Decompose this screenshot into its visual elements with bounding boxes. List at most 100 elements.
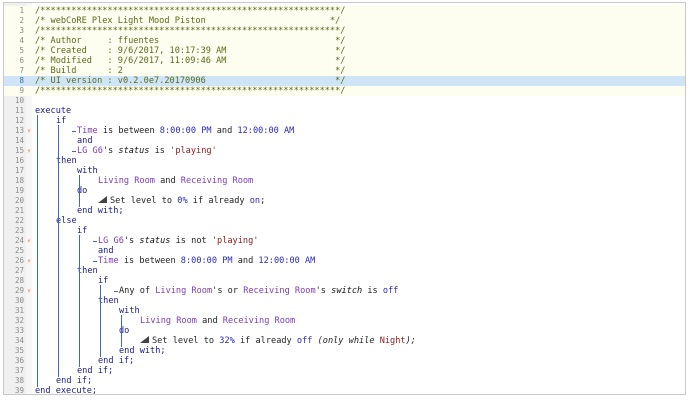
line-number: 37 <box>14 366 24 375</box>
code-text: LG G6's status is not 'playing' <box>98 236 258 246</box>
line-number: 39 <box>14 386 24 395</box>
line-number: 12 <box>14 116 24 125</box>
code-line[interactable]: 37 end if; <box>4 366 685 376</box>
block-guide <box>100 285 101 357</box>
signal-bars-icon <box>98 196 107 203</box>
code-token: Night <box>379 336 406 346</box>
code-line[interactable]: 16 then <box>4 156 685 166</box>
code-token: /* UI version : v0.2.0e7.20170906 */ <box>35 76 346 86</box>
code-token: Set level to <box>152 336 220 346</box>
code-token: LG G6 <box>77 146 103 156</box>
code-token: /***************************************… <box>35 6 346 16</box>
code-text: Time is between 8:00:00 PM and 12:00:00 … <box>77 126 294 136</box>
code-token: with <box>77 166 98 176</box>
code-token: /* Build : 2 */ <box>35 66 346 76</box>
code-line[interactable]: 29 ⚡ Any of Living Room's or Receiving Roo… <box>4 286 685 296</box>
code-token: if already <box>187 196 250 206</box>
line-number: 13 <box>14 126 24 135</box>
line-number: 7 <box>19 66 24 75</box>
code-editor: 1 /**************************************… <box>3 2 686 395</box>
code-line[interactable]: 7 /* Build : 2 */ <box>4 66 685 76</box>
code-text: else <box>56 216 77 226</box>
code-token: Receiving Room <box>180 176 254 186</box>
condition-bracket <box>93 261 97 262</box>
code-line[interactable]: 3 /**************************************… <box>4 26 685 36</box>
code-line[interactable]: 39 end execute; <box>4 386 685 395</box>
code-token: 'playing' <box>211 236 259 246</box>
code-text: /* Build : 2 */ <box>35 66 345 76</box>
block-guide <box>121 315 122 347</box>
code-line[interactable]: 9 /**************************************… <box>4 86 685 96</box>
code-line[interactable]: 5 /* Created : 9/6/2017, 10:17:39 AM */ <box>4 46 685 56</box>
code-line[interactable]: 6 /* Modified : 9/6/2017, 11:09:46 AM */ <box>4 56 685 66</box>
code-token: status <box>118 146 150 156</box>
code-token: is not <box>170 236 212 246</box>
line-number: 15 <box>14 146 24 155</box>
code-line[interactable]: 27 then <box>4 266 685 276</box>
code-line[interactable]: 25 and <box>4 246 685 256</box>
code-line[interactable]: 23 if <box>4 226 685 236</box>
code-line[interactable]: 31 with <box>4 306 685 316</box>
code-line[interactable]: 28 if <box>4 276 685 286</box>
code-token: and <box>196 316 223 326</box>
code-token: 12:00:00 AM <box>258 256 316 266</box>
code-line[interactable]: 32 Living Room and Receiving Room <box>4 316 685 326</box>
code-text: execute <box>35 106 71 116</box>
code-line[interactable]: 13 ⚡ Time is between 8:00:00 PM and 12:00:… <box>4 126 685 136</box>
code-line[interactable]: 11 execute <box>4 106 685 116</box>
code-token: is <box>149 146 171 156</box>
code-token: /* Modified : 9/6/2017, 11:09:46 AM */ <box>35 56 346 66</box>
code-line[interactable]: 24 ⚡ LG G6's status is not 'playing' <box>4 236 685 246</box>
code-line[interactable]: 33 do <box>4 326 685 336</box>
code-line[interactable]: 26 ⚡ Time is between 8:00:00 PM and 12:00:… <box>4 256 685 266</box>
code-token: end if; <box>77 366 114 376</box>
code-token: 8:00:00 PM <box>159 126 212 136</box>
code-line[interactable]: 34 Set level to 32% if already off (only … <box>4 336 685 346</box>
block-guide <box>79 235 80 367</box>
code-line[interactable]: 2 /* webCoRE Plex Light Mood Piston */ <box>4 16 685 26</box>
code-line[interactable]: 12 if <box>4 116 685 126</box>
code-text: then <box>56 156 77 166</box>
line-number: 3 <box>19 26 24 35</box>
line-number: 2 <box>19 16 24 25</box>
condition-bracket <box>93 241 97 242</box>
code-text: then <box>98 296 119 306</box>
code-text: Any of Living Room's or Receiving Room's… <box>119 286 398 296</box>
code-line[interactable]: 38 end if; <box>4 376 685 386</box>
code-token: 'playing' <box>170 146 217 156</box>
code-line[interactable]: 21 end with; <box>4 206 685 216</box>
code-text: /* Modified : 9/6/2017, 11:09:46 AM */ <box>35 56 345 66</box>
code-token: Living Room <box>98 176 155 186</box>
code-token: end with; <box>77 206 124 216</box>
code-token: /***************************************… <box>35 26 346 36</box>
code-text: end if; <box>98 356 134 366</box>
code-token: and <box>77 136 93 146</box>
block-guide <box>37 115 38 387</box>
code-token: 12:00:00 AM <box>237 126 295 136</box>
code-token: 's <box>123 236 140 246</box>
code-text: end if; <box>77 366 113 376</box>
code-token: status <box>139 236 171 246</box>
code-token: /* Author : ffuentes */ <box>35 36 346 46</box>
code-line[interactable]: 15 ⚡ LG G6's status is 'playing' <box>4 146 685 156</box>
code-text: Living Room and Receiving Room <box>98 176 253 186</box>
code-token: (only while <box>312 336 380 346</box>
code-line[interactable]: 14 and <box>4 136 685 146</box>
code-line[interactable]: 22 else <box>4 216 685 226</box>
code-line[interactable]: 1 /**************************************… <box>4 6 685 16</box>
code-line[interactable]: 17 with <box>4 166 685 176</box>
code-line[interactable]: 18 Living Room and Receiving Room <box>4 176 685 186</box>
code-line[interactable]: 20 Set level to 0% if already on; <box>4 196 685 206</box>
condition-bracket <box>72 151 76 152</box>
code-line[interactable]: 30 then <box>4 296 685 306</box>
line-number: 9 <box>19 86 24 95</box>
line-number: 17 <box>14 166 24 175</box>
code-line[interactable]: 19 do <box>4 186 685 196</box>
code-line[interactable]: 4 /* Author : ffuentes */ <box>4 36 685 46</box>
block-guide <box>79 175 80 207</box>
code-line[interactable]: 36 end if; <box>4 356 685 366</box>
code-line[interactable]: 10 <box>4 96 685 106</box>
code-line[interactable]: 8 /* UI version : v0.2.0e7.20170906 */ <box>4 76 685 86</box>
code-token: Receiving Room <box>243 286 316 296</box>
code-line[interactable]: 35 end with; <box>4 346 685 356</box>
